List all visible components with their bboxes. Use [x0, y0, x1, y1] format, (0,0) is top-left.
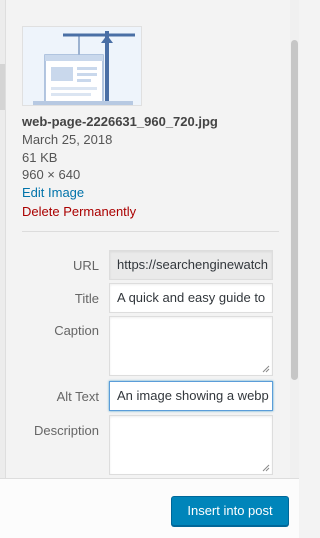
- attachment-dimensions: 960 × 640: [22, 167, 81, 182]
- description-label: Description: [33, 423, 99, 438]
- url-field[interactable]: https://searchenginewatch: [109, 250, 273, 280]
- caption-label: Caption: [54, 323, 99, 338]
- caption-field[interactable]: [109, 316, 273, 376]
- attachment-filesize: 61 KB: [22, 150, 58, 165]
- url-label: URL: [72, 258, 99, 273]
- details-scrollbar[interactable]: [290, 0, 299, 478]
- resize-handle-icon[interactable]: [262, 464, 270, 472]
- alt-text-field[interactable]: An image showing a webp: [109, 381, 273, 411]
- title-label: Title: [74, 291, 99, 306]
- attachment-upload-date: March 25, 2018: [22, 132, 113, 147]
- adjacent-thumbnail-edge[interactable]: [0, 64, 5, 110]
- resize-handle-icon[interactable]: [262, 365, 270, 373]
- scrollbar-thumb[interactable]: [291, 40, 298, 380]
- edit-image-link[interactable]: Edit Image: [22, 185, 84, 200]
- media-grid-edge: [0, 0, 6, 478]
- media-modal-toolbar: Insert into post: [0, 478, 299, 538]
- alt-text-label: Alt Text: [56, 389, 99, 404]
- attachment-details-panel: web-page-2226631_960_720.jpg March 25, 2…: [7, 0, 290, 478]
- webpage-illustration-icon: [23, 27, 141, 105]
- attachment-filename: web-page-2226631_960_720.jpg: [22, 114, 218, 129]
- title-field[interactable]: A quick and easy guide to: [109, 283, 273, 313]
- attachment-thumbnail: [22, 26, 142, 106]
- delete-permanently-link[interactable]: Delete Permanently: [22, 204, 136, 219]
- insert-into-post-button[interactable]: Insert into post: [171, 496, 289, 526]
- description-field[interactable]: [109, 415, 273, 475]
- details-divider: [22, 231, 279, 232]
